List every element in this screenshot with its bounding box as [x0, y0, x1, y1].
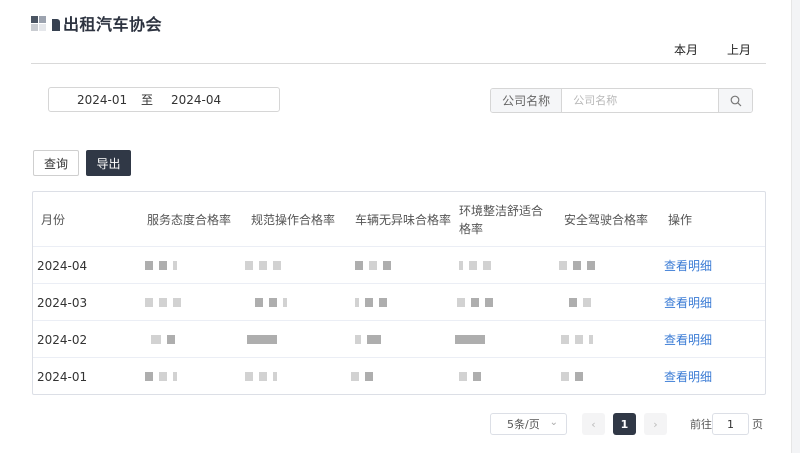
column-header-safety: 安全驾驶合格率 — [564, 212, 649, 227]
redacted-value — [245, 371, 277, 381]
chevron-right-icon: › — [653, 417, 658, 431]
view-details-link[interactable]: 查看明细 — [664, 321, 712, 358]
column-header-month: 月份 — [41, 212, 66, 227]
page-size-select[interactable]: 5条/页 ⌄ — [490, 413, 567, 435]
redacted-value — [355, 260, 391, 270]
view-details-link[interactable]: 查看明细 — [664, 284, 712, 321]
table-row: 2024-03 查看明细 — [33, 284, 765, 321]
table-row: 2024-01 查看明细 — [33, 358, 765, 395]
export-button[interactable]: 导出 — [86, 150, 131, 176]
goto-page-input[interactable]: 1 — [712, 413, 749, 435]
next-page-button[interactable]: › — [644, 413, 667, 435]
company-name-input[interactable] — [562, 89, 719, 112]
query-button[interactable]: 查询 — [33, 150, 79, 176]
brand: 出租汽车协会 — [31, 13, 163, 34]
redacted-value — [145, 371, 177, 381]
header-divider — [31, 63, 766, 64]
month-cell: 2024-03 — [37, 295, 88, 310]
column-header-operation: 规范操作合格率 — [251, 212, 336, 227]
column-header-service: 服务态度合格率 — [147, 212, 232, 227]
redacted-value — [145, 297, 181, 307]
column-header-environment: 环境整洁舒适合格率 — [459, 203, 544, 236]
page-title: 出租汽车协会 — [63, 15, 163, 34]
search-button[interactable] — [718, 89, 752, 112]
association-logo — [31, 14, 61, 32]
month-range-picker[interactable]: 2024-01 至 2024-04 — [48, 87, 280, 112]
redacted-value — [457, 297, 493, 307]
tab-last-month[interactable]: 上月 — [727, 41, 751, 58]
redacted-value — [255, 297, 287, 307]
redacted-value — [569, 297, 591, 307]
table-row: 2024-02 查看明细 — [33, 321, 765, 358]
company-label: 公司名称 — [491, 89, 563, 112]
range-separator: 至 — [141, 93, 154, 107]
search-icon — [730, 95, 742, 106]
redacted-value — [247, 334, 277, 344]
table-header: 月份 服务态度合格率 规范操作合格率 车辆无异味合格率 环境整洁舒适合格率 安全… — [33, 192, 765, 247]
goto-label: 前往 — [690, 418, 712, 431]
table-row: 2024-04 查看明细 — [33, 247, 765, 284]
page-number-current[interactable]: 1 — [613, 413, 636, 435]
main-panel: 出租汽车协会 本月 上月 2024-01 至 2024-04 公司名称 查询 导… — [0, 0, 792, 453]
redacted-value — [459, 371, 481, 381]
redacted-value — [559, 260, 595, 270]
company-search: 公司名称 — [490, 88, 753, 113]
column-header-odor: 车辆无异味合格率 — [355, 212, 452, 227]
redacted-value — [355, 334, 381, 344]
month-cell: 2024-04 — [37, 258, 88, 273]
chevron-left-icon: ‹ — [591, 417, 596, 431]
redacted-value — [561, 334, 593, 344]
goto-suffix: 页 — [752, 418, 763, 431]
page-size-value: 5条/页 — [507, 418, 540, 431]
results-table: 月份 服务态度合格率 规范操作合格率 车辆无异味合格率 环境整洁舒适合格率 安全… — [32, 191, 766, 395]
redacted-value — [355, 297, 387, 307]
month-cell: 2024-01 — [37, 369, 88, 384]
redacted-value — [351, 371, 373, 381]
prev-page-button[interactable]: ‹ — [582, 413, 605, 435]
redacted-value — [455, 334, 485, 344]
redacted-value — [459, 260, 491, 270]
month-cell: 2024-02 — [37, 332, 88, 347]
view-details-link[interactable]: 查看明细 — [664, 358, 712, 395]
view-details-link[interactable]: 查看明细 — [664, 247, 712, 284]
tab-this-month[interactable]: 本月 — [674, 41, 698, 58]
redacted-value — [151, 334, 175, 344]
redacted-value — [561, 371, 583, 381]
redacted-value — [245, 260, 281, 270]
range-start[interactable]: 2024-01 — [77, 93, 127, 107]
column-header-action: 操作 — [668, 212, 693, 227]
chevron-down-icon: ⌄ — [549, 417, 558, 428]
redacted-value — [145, 260, 177, 270]
range-end[interactable]: 2024-04 — [171, 93, 221, 107]
